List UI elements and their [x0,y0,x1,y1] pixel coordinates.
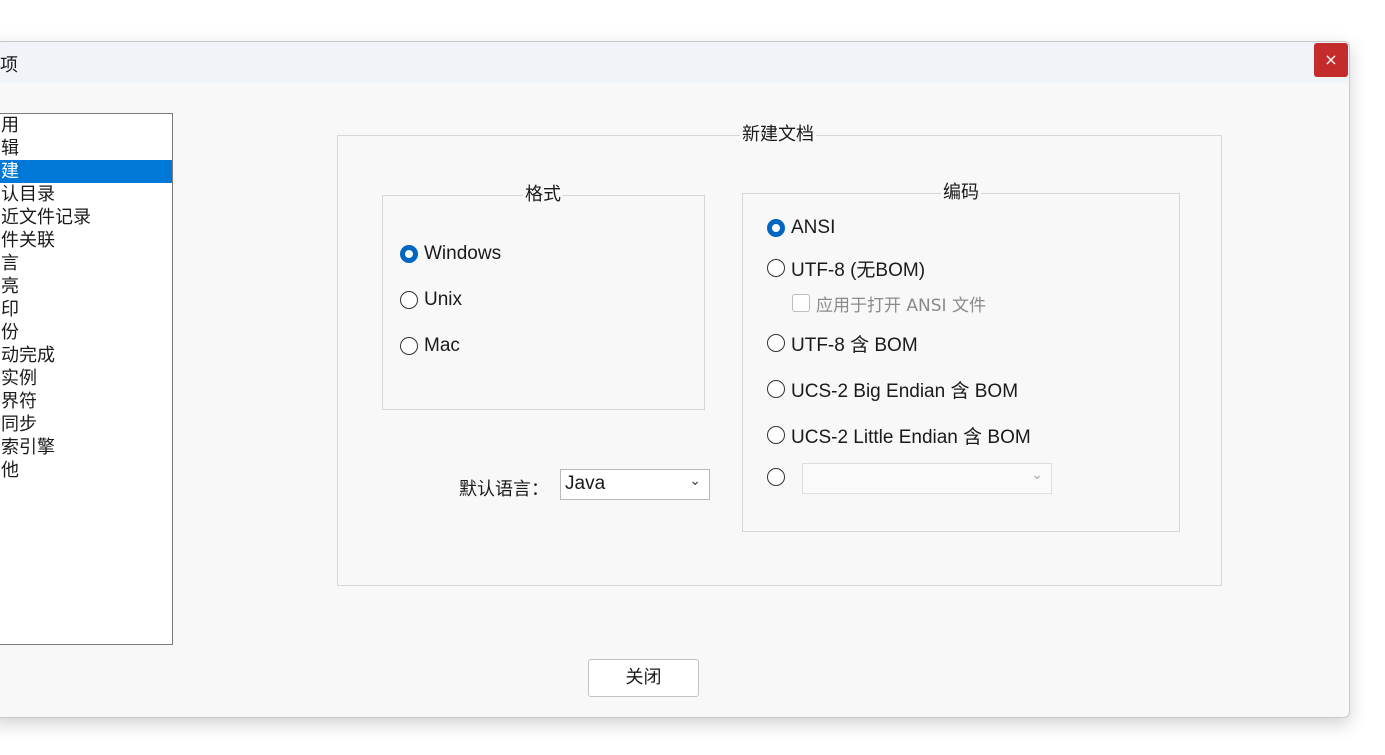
encoding-title: 编码 [941,182,981,204]
nav-item[interactable]: 印 [0,298,172,321]
encoding-utf8-bom-option[interactable]: UTF-8 含 BOM [767,330,918,356]
encoding-ucs2-big-option[interactable]: UCS-2 Big Endian 含 BOM [767,376,1018,402]
dialog-title: 项 [0,55,18,76]
nav-item[interactable]: 实例 [0,367,172,390]
radio-icon [400,337,418,355]
checkbox-icon [792,294,810,312]
chevron-down-icon: ⌄ [689,472,701,488]
format-unix-option[interactable]: Unix [400,287,462,313]
nav-item[interactable]: 亮 [0,275,172,298]
format-group: 格式 Windows Unix Mac [382,184,705,410]
settings-category-list[interactable]: 用 辑 建 认目录 近文件记录 件关联 言 亮 印 份 动完成 实例 界符 同步… [0,113,173,645]
nav-item[interactable]: 件关联 [0,229,172,252]
nav-item[interactable]: 他 [0,459,172,482]
radio-selected-icon [767,219,785,237]
nav-item-selected[interactable]: 建 [0,160,172,183]
radio-icon [767,380,785,398]
title-bar: 项 × [0,42,1349,83]
radio-icon [767,426,785,444]
nav-item[interactable]: 同步 [0,413,172,436]
new-document-group: 新建文档 格式 Windows Unix Mac 默认语言： Java ⌄ 编码… [337,124,1222,586]
nav-item[interactable]: 辑 [0,137,172,160]
encoding-utf8-nobom-option[interactable]: UTF-8 (无BOM) [767,255,925,281]
format-mac-option[interactable]: Mac [400,333,460,359]
nav-item[interactable]: 近文件记录 [0,206,172,229]
default-language-select[interactable]: Java ⌄ [560,469,710,500]
apply-to-ansi-checkbox[interactable]: 应用于打开 ANSI 文件 [792,290,986,316]
encoding-other-select[interactable]: ⌄ [802,463,1052,494]
radio-selected-icon [400,245,418,263]
radio-icon [767,259,785,277]
nav-item[interactable]: 用 [0,114,172,137]
nav-item[interactable]: 份 [0,321,172,344]
radio-icon [767,334,785,352]
encoding-ansi-option[interactable]: ANSI [767,215,835,241]
chevron-down-icon: ⌄ [1031,466,1043,482]
encoding-group: 编码 ANSI UTF-8 (无BOM) 应用于打开 ANSI 文件 UTF-8… [742,182,1180,532]
format-windows-option[interactable]: Windows [400,241,501,267]
encoding-ucs2-little-option[interactable]: UCS-2 Little Endian 含 BOM [767,422,1031,448]
radio-icon [767,468,785,486]
radio-icon [400,291,418,309]
nav-item[interactable]: 索引擎 [0,436,172,459]
preferences-dialog: 项 × 用 辑 建 认目录 近文件记录 件关联 言 亮 印 份 动完成 实例 界… [0,41,1350,718]
close-button[interactable]: 关闭 [588,659,699,697]
nav-item[interactable]: 动完成 [0,344,172,367]
new-document-title: 新建文档 [740,124,816,146]
nav-item[interactable]: 言 [0,252,172,275]
close-icon: × [1324,50,1338,69]
nav-item[interactable]: 认目录 [0,183,172,206]
encoding-other-option[interactable] [767,464,791,490]
close-window-button[interactable]: × [1314,43,1348,77]
default-language-label: 默认语言： [459,479,549,500]
nav-item[interactable]: 界符 [0,390,172,413]
format-title: 格式 [523,184,563,206]
